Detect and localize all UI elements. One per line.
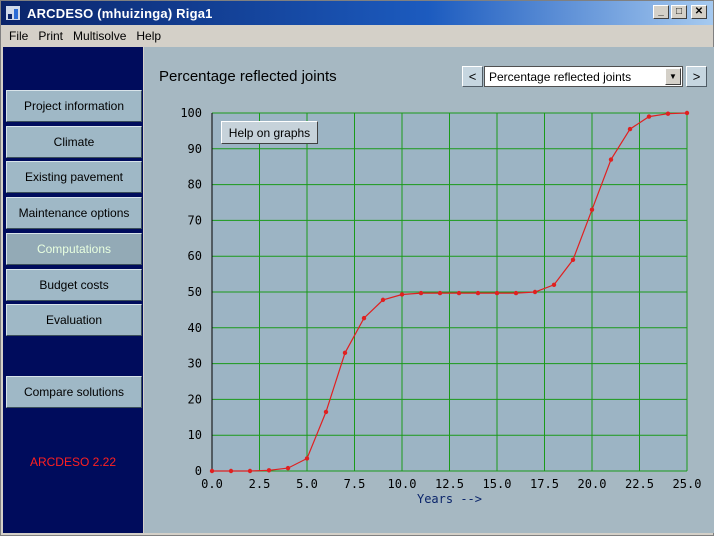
data-point [209,468,215,474]
x-tick-label: 5.0 [296,477,318,491]
graph-select-value: Percentage reflected joints [489,69,632,84]
menu-multisolve[interactable]: Multisolve [68,29,131,43]
graph-title: Percentage reflected joints [159,68,337,85]
data-point [665,111,671,116]
x-tick-label: 2.5 [249,477,271,491]
data-point [532,289,538,295]
y-tick-label: 60 [188,249,202,263]
next-graph-button[interactable]: > [686,66,707,87]
app-window: ARCDESO (mhuizinga) Riga1 _ □ ✕ File Pri… [0,0,714,536]
graph-select[interactable]: Percentage reflected joints ▼ [484,66,683,87]
data-point [627,126,633,132]
data-point [646,114,652,119]
y-tick-label: 50 [188,285,202,299]
y-tick-label: 30 [188,357,202,371]
data-point [608,157,614,162]
data-point [456,290,462,296]
title-bar[interactable]: ARCDESO (mhuizinga) Riga1 _ □ ✕ [1,1,713,25]
data-point [380,297,386,303]
data-point [285,465,291,471]
x-tick-label: 20.0 [578,477,607,491]
data-point [323,409,329,415]
data-point [475,290,481,296]
x-tick-label: 15.0 [483,477,512,491]
app-icon [5,5,21,21]
sidebar-item-project-information[interactable]: Project information [6,90,142,122]
x-tick-label: 25.0 [673,477,702,491]
menu-print[interactable]: Print [33,29,68,43]
y-tick-label: 100 [180,106,202,120]
x-tick-label: 7.5 [344,477,366,491]
version-label: ARCDESO 2.22 [29,455,117,469]
y-tick-label: 10 [188,428,202,442]
sidebar-item-existing-pavement[interactable]: Existing pavement [6,161,142,193]
data-point [247,468,253,474]
data-point [266,468,272,473]
data-point [361,315,367,321]
x-axis-label: Years --> [417,492,482,506]
y-tick-label: 40 [188,321,202,335]
previous-graph-button[interactable]: < [462,66,483,87]
data-point [551,282,557,288]
data-point [399,292,405,297]
data-point [342,350,348,356]
sidebar: Project information Climate Existing pav… [3,47,143,533]
data-point [589,207,595,212]
window-title: ARCDESO (mhuizinga) Riga1 [27,5,213,21]
y-tick-label: 80 [188,178,202,192]
sidebar-item-climate[interactable]: Climate [6,126,142,158]
main-panel: 0 10 20 30 40 50 60 70 80 90 100 0.0 2.5 5.0 7.5 10.0 12… [144,47,714,533]
maximize-button[interactable]: □ [671,5,687,19]
x-tick-label: 10.0 [388,477,417,491]
x-tick-label: 0.0 [201,477,223,491]
data-point [304,456,310,461]
minimize-button[interactable]: _ [653,5,669,19]
y-tick-label: 20 [188,392,202,406]
help-on-graphs-button[interactable]: Help on graphs [221,121,318,144]
dropdown-arrow-icon[interactable]: ▼ [665,68,681,85]
data-point [570,257,576,262]
menu-file[interactable]: File [4,29,33,43]
data-point [684,110,690,116]
x-tick-label: 17.5 [530,477,559,491]
y-tick-label: 0 [195,464,202,478]
sidebar-item-computations[interactable]: Computations [6,233,142,265]
data-point [418,290,424,296]
menu-help[interactable]: Help [131,29,166,43]
data-point [494,290,500,296]
data-point [228,468,234,474]
x-tick-label: 22.5 [625,477,654,491]
sidebar-item-evaluation[interactable]: Evaluation [6,304,142,336]
y-tick-label: 90 [188,142,202,156]
data-point [437,290,443,296]
line-chart: 0 10 20 30 40 50 60 70 80 90 100 0.0 2.5 5.0 7.5 10.0 12… [180,106,702,506]
window-controls: _ □ ✕ [653,5,707,19]
menu-bar: File Print Multisolve Help [1,25,713,46]
close-button[interactable]: ✕ [691,5,707,19]
x-tick-label: 12.5 [435,477,464,491]
sidebar-item-maintenance-options[interactable]: Maintenance options [6,197,142,229]
sidebar-item-budget-costs[interactable]: Budget costs [6,269,142,301]
compare-solutions-button[interactable]: Compare solutions [6,376,142,408]
y-tick-label: 70 [188,213,202,227]
data-point [513,290,519,296]
